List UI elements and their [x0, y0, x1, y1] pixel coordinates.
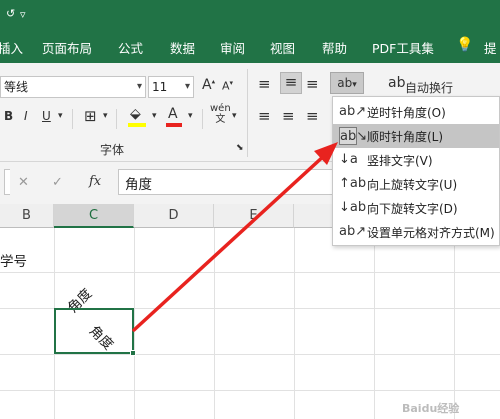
annotation-arrow [132, 142, 338, 332]
annotation-arrow-shaft [132, 152, 328, 332]
